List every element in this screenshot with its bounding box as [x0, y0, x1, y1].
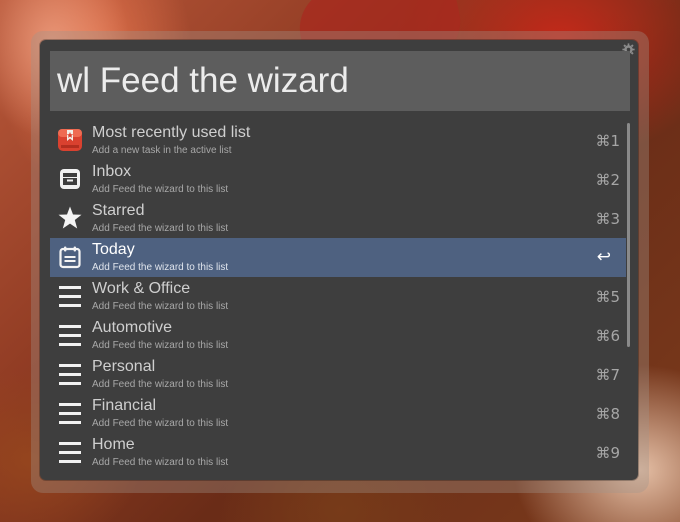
launcher-panel: Most recently used list Add a new task i… [40, 40, 638, 480]
result-shortcut: ⌘8 [595, 405, 620, 423]
result-work-office[interactable]: Work & Office Add Feed the wizard to thi… [50, 277, 626, 316]
result-title: Most recently used list [92, 124, 251, 141]
result-title: Today [92, 241, 135, 258]
enter-icon: ↩ [596, 247, 611, 267]
result-title: Financial [92, 397, 157, 414]
star-icon [55, 203, 85, 233]
result-subtitle: Add Feed the wizard to this list [92, 379, 229, 390]
result-inbox[interactable]: Inbox Add Feed the wizard to this list ⌘… [50, 160, 626, 199]
result-subtitle: Add Feed the wizard to this list [92, 418, 229, 429]
result-title: Work & Office [92, 280, 191, 297]
result-subtitle: Add Feed the wizard to this list [92, 223, 229, 234]
result-shortcut: ⌘2 [595, 171, 620, 189]
result-personal[interactable]: Personal Add Feed the wizard to this lis… [50, 355, 626, 394]
inbox-icon [55, 164, 85, 194]
results-scrollbar[interactable] [627, 123, 630, 347]
result-starred[interactable]: Starred Add Feed the wizard to this list… [50, 199, 626, 238]
result-financial[interactable]: Financial Add Feed the wizard to this li… [50, 394, 626, 433]
result-subtitle: Add Feed the wizard to this list [92, 457, 229, 468]
list-icon [55, 437, 85, 467]
result-shortcut: ⌘9 [595, 444, 620, 462]
result-shortcut: ⌘5 [595, 288, 620, 306]
result-shortcut: ⌘1 [595, 132, 620, 150]
search-input[interactable] [50, 51, 630, 111]
list-icon [55, 398, 85, 428]
result-subtitle: Add a new task in the active list [92, 145, 232, 156]
list-icon [55, 281, 85, 311]
result-subtitle: Add Feed the wizard to this list [92, 262, 229, 273]
result-shortcut: ⌘3 [595, 210, 620, 228]
result-most-recently-used[interactable]: Most recently used list Add a new task i… [50, 121, 626, 160]
result-subtitle: Add Feed the wizard to this list [92, 184, 229, 195]
result-title: Automotive [92, 319, 173, 336]
result-title: Starred [92, 202, 145, 219]
result-subtitle: Add Feed the wizard to this list [92, 301, 229, 312]
result-title: Inbox [92, 163, 132, 180]
list-icon [55, 359, 85, 389]
result-shortcut: ⌘7 [595, 366, 620, 384]
result-subtitle: Add Feed the wizard to this list [92, 340, 229, 351]
result-today[interactable]: Today Add Feed the wizard to this list ↩ [50, 238, 626, 277]
results-list: Most recently used list Add a new task i… [50, 121, 626, 473]
result-shortcut: ⌘6 [595, 327, 620, 345]
result-title: Home [92, 436, 135, 453]
list-icon [55, 320, 85, 350]
result-home[interactable]: Home Add Feed the wizard to this list ⌘9 [50, 433, 626, 472]
result-title: Personal [92, 358, 156, 375]
calendar-icon [55, 242, 85, 272]
result-automotive[interactable]: Automotive Add Feed the wizard to this l… [50, 316, 626, 355]
wunderlist-app-icon [55, 125, 85, 155]
